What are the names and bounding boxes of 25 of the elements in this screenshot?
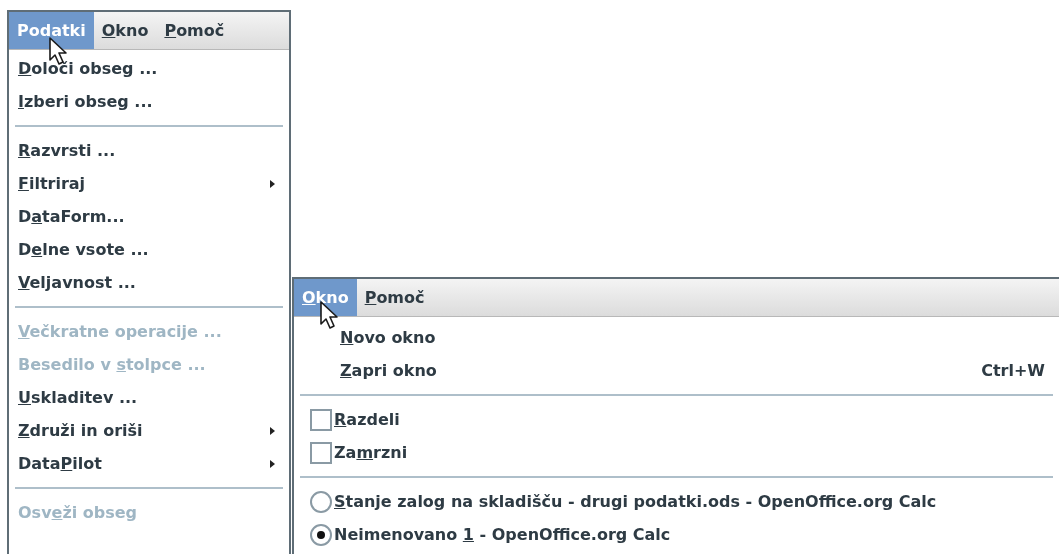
menu-item[interactable]: Novo okno	[340, 325, 436, 350]
menu-item[interactable]: Stanje zalog na skladišču - drugi podatki.ods - OpenOffice.org Calc	[334, 489, 937, 514]
menu-item[interactable]: Zamrzni	[334, 440, 408, 465]
radio-button[interactable]	[310, 523, 332, 546]
cursor-icon	[320, 301, 338, 329]
menu-item[interactable]: Izberi obseg ...	[18, 89, 153, 114]
checkbox[interactable]	[310, 441, 332, 464]
shortcut-label: Ctrl+W	[981, 359, 1045, 382]
menu-title[interactable]: Pomoč	[156, 12, 233, 49]
radio-button[interactable]	[310, 490, 332, 513]
menu-item[interactable]: Veljavnost ...	[18, 270, 136, 295]
menu-item[interactable]: Delne vsote ...	[18, 237, 149, 262]
menu-item[interactable]: Razdeli	[334, 407, 400, 432]
checkbox[interactable]	[310, 408, 332, 431]
menu-item[interactable]: Uskladitev ...	[18, 385, 138, 410]
menu-item[interactable]: DataForm...	[18, 204, 125, 229]
menu-title[interactable]: Pomoč	[356, 279, 433, 316]
menu-item[interactable]: Združi in oriši	[18, 418, 143, 443]
menu-item[interactable]: Razvrsti ...	[18, 138, 116, 163]
menu-item[interactable]: Zapri okno	[340, 358, 437, 383]
menu-item[interactable]: Neimenovano 1 - OpenOffice.org Calc	[334, 522, 671, 547]
menu-item[interactable]: DataPilot	[18, 451, 102, 476]
menu-title[interactable]: Okno	[93, 12, 157, 49]
menu-item[interactable]: Določi obseg ...	[18, 56, 158, 81]
menu-item[interactable]: Filtriraj	[18, 171, 86, 196]
